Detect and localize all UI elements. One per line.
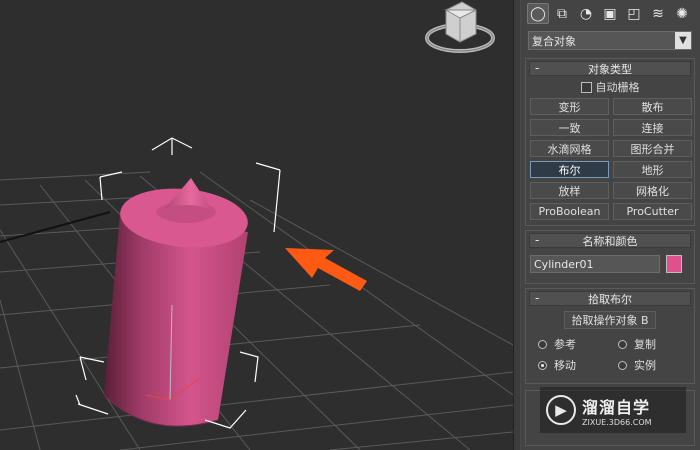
command-panel: ◯ ⧉ ◔ ▣ ◰ ≋ ✺ 复合对象 ▼ - 对象类型 自动栅格 变形 散布 一… xyxy=(521,0,700,450)
radio-label: 复制 xyxy=(634,338,656,351)
connect-button[interactable]: 连接 xyxy=(613,119,692,136)
autogrid-checkbox[interactable] xyxy=(580,81,592,93)
radio-dot[interactable] xyxy=(618,360,627,370)
radio-dot[interactable] xyxy=(618,339,627,349)
category-dropdown[interactable]: 复合对象 ▼ xyxy=(528,31,692,50)
morph-button[interactable]: 变形 xyxy=(530,98,609,115)
watermark-logo-icon: ▶ xyxy=(546,395,576,425)
grid-axis-line xyxy=(0,211,111,243)
object-color-swatch[interactable] xyxy=(666,255,682,273)
name-row: Cylinder01 xyxy=(530,255,694,273)
rollout-title: 对象类型 xyxy=(588,62,632,76)
geometry-icon[interactable]: ◯ xyxy=(527,3,549,24)
rollout-name-color: - 名称和颜色 Cylinder01 xyxy=(525,230,695,284)
watermark-url: ZIXUE.3D66.COM xyxy=(582,417,652,427)
systems-icon[interactable]: ✺ xyxy=(671,3,693,24)
mesher-button[interactable]: 网格化 xyxy=(613,182,692,199)
object-name-field[interactable]: Cylinder01 xyxy=(530,255,660,273)
panel-splitter[interactable] xyxy=(513,0,521,450)
rollout-pick-boolean: - 拾取布尔 拾取操作对象 B 参考 复制 移动 实例 xyxy=(525,288,695,384)
cameras-icon[interactable]: ▣ xyxy=(599,3,621,24)
viewcube-icon[interactable] xyxy=(424,0,496,56)
spacewarps-icon[interactable]: ≋ xyxy=(647,3,669,24)
rollout-title: 拾取布尔 xyxy=(588,292,632,306)
radio-dot[interactable] xyxy=(538,339,547,349)
helpers-icon[interactable]: ◰ xyxy=(623,3,645,24)
rollout-header-pick-boolean[interactable]: - 拾取布尔 xyxy=(529,291,691,306)
app-window: ◯ ⧉ ◔ ▣ ◰ ≋ ✺ 复合对象 ▼ - 对象类型 自动栅格 变形 散布 一… xyxy=(0,0,700,450)
rollout-header-object-type[interactable]: - 对象类型 xyxy=(529,61,691,76)
instance-radio[interactable]: 实例 xyxy=(618,357,688,373)
pick-operand-b-button[interactable]: 拾取操作对象 B xyxy=(564,311,656,329)
terrain-button[interactable]: 地形 xyxy=(613,161,692,178)
chevron-down-icon[interactable]: ▼ xyxy=(675,32,691,49)
reference-radio[interactable]: 参考 xyxy=(538,336,618,352)
shapes-icon[interactable]: ⧉ xyxy=(551,3,573,24)
watermark: ▶ 溜溜自学 ZIXUE.3D66.COM xyxy=(540,387,686,433)
watermark-title: 溜溜自学 xyxy=(582,397,651,417)
rollout-header-name-color[interactable]: - 名称和颜色 xyxy=(529,233,691,248)
radio-label: 实例 xyxy=(634,359,656,372)
proboolean-button[interactable]: ProBoolean xyxy=(530,203,609,220)
rollout-object-type: - 对象类型 自动栅格 变形 散布 一致 连接 水滴网格 图形合并 布尔 地形 … xyxy=(525,58,695,226)
operand-mode-radios: 参考 复制 移动 实例 xyxy=(538,336,694,373)
collapse-icon[interactable]: - xyxy=(535,233,539,247)
copy-radio[interactable]: 复制 xyxy=(618,336,688,352)
radio-label: 参考 xyxy=(554,338,576,351)
viewport-scene xyxy=(0,137,513,450)
loft-button[interactable]: 放样 xyxy=(530,182,609,199)
radio-label: 移动 xyxy=(554,359,576,372)
collapse-icon[interactable]: - xyxy=(535,291,539,305)
object-type-buttons: 变形 散布 一致 连接 水滴网格 图形合并 布尔 地形 放样 网格化 ProBo… xyxy=(530,98,694,220)
viewport-grid xyxy=(0,171,513,450)
lights-icon[interactable]: ◔ xyxy=(575,3,597,24)
autogrid-checkbox-row[interactable]: 自动栅格 xyxy=(526,80,694,94)
autogrid-label: 自动栅格 xyxy=(595,81,640,94)
collapse-icon[interactable]: - xyxy=(535,61,539,75)
conform-button[interactable]: 一致 xyxy=(530,119,609,136)
scatter-button[interactable]: 散布 xyxy=(613,98,692,115)
orange-arrow xyxy=(285,248,367,291)
radio-dot[interactable] xyxy=(538,360,547,370)
blobmesh-button[interactable]: 水滴网格 xyxy=(530,140,609,157)
move-radio[interactable]: 移动 xyxy=(538,357,618,373)
shapemerge-button[interactable]: 图形合并 xyxy=(613,140,692,157)
command-panel-tabs: ◯ ⧉ ◔ ▣ ◰ ≋ ✺ xyxy=(527,3,697,25)
category-dropdown-value: 复合对象 xyxy=(532,34,576,48)
perspective-viewport[interactable] xyxy=(0,0,513,450)
boolean-button[interactable]: 布尔 xyxy=(530,161,609,178)
rollout-title: 名称和颜色 xyxy=(582,234,638,248)
procutter-button[interactable]: ProCutter xyxy=(613,203,692,220)
